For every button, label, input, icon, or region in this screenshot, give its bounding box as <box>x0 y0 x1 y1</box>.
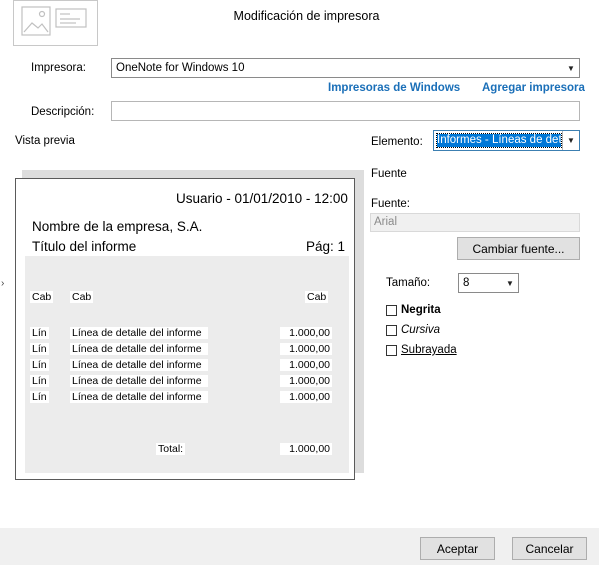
printer-select[interactable]: OneNote for Windows 10 ▼ <box>111 58 580 78</box>
preview-report-title: Título del informe <box>32 239 137 254</box>
underline-checkbox[interactable] <box>386 345 397 356</box>
preview-row-amount: 1.000,00 <box>280 359 332 371</box>
preview-row-amount: 1.000,00 <box>280 343 332 355</box>
font-label: Fuente: <box>371 198 410 210</box>
font-name-value: Arial <box>374 216 398 228</box>
chevron-down-icon: ▼ <box>567 63 575 73</box>
report-logo-image <box>13 0 98 46</box>
underline-label: Subrayada <box>401 344 457 356</box>
font-size-label: Tamaño: <box>386 277 431 289</box>
preview-header-1: Cab <box>30 291 54 303</box>
preview-header-2: Cab <box>70 291 94 303</box>
bold-checkbox[interactable] <box>386 305 397 316</box>
add-printer-link[interactable]: Agregar impresora <box>482 82 585 94</box>
preview-row-col2: Línea de detalle del informe <box>70 375 208 387</box>
preview-label: Vista previa <box>15 135 75 147</box>
font-section-title: Fuente <box>371 168 407 180</box>
preview-row-col1: Lín <box>30 391 49 403</box>
preview-total-label: Total: <box>156 443 186 455</box>
dialog-footer <box>0 528 599 565</box>
preview-row-col2: Línea de detalle del informe <box>70 359 208 371</box>
printer-value: OneNote for Windows 10 <box>116 62 245 74</box>
preview-row-col2: Línea de detalle del informe <box>70 327 208 339</box>
preview-user-date: Usuario - 01/01/2010 - 12:00 <box>176 191 348 206</box>
chevron-right-icon[interactable]: › <box>1 278 4 289</box>
image-placeholder-icon <box>21 6 87 36</box>
preview-row-col1: Lín <box>30 343 49 355</box>
chevron-down-icon: ▼ <box>562 131 579 150</box>
preview-header-3: Cab <box>305 291 329 303</box>
preview-row-col2: Línea de detalle del informe <box>70 391 208 403</box>
windows-printers-link[interactable]: Impresoras de Windows <box>328 82 460 94</box>
font-size-select[interactable]: 8 ▼ <box>458 273 519 293</box>
printer-label: Impresora: <box>31 62 86 74</box>
element-label: Elemento: <box>371 136 423 148</box>
preview-total-value: 1.000,00 <box>280 443 332 455</box>
description-input[interactable] <box>111 101 580 121</box>
preview-row-col2: Línea de detalle del informe <box>70 343 208 355</box>
description-label: Descripción: <box>31 106 95 118</box>
preview-row-col1: Lín <box>30 375 49 387</box>
preview-company: Nombre de la empresa, S.A. <box>32 219 203 234</box>
change-font-button[interactable]: Cambiar fuente... <box>457 237 580 260</box>
element-select[interactable]: Informes - Líneas de det ▼ <box>433 130 580 151</box>
font-name-field: Arial <box>370 213 580 232</box>
chevron-down-icon: ▼ <box>506 278 514 288</box>
preview-row-col1: Lín <box>30 359 49 371</box>
font-size-value: 8 <box>463 277 470 289</box>
preview-row-amount: 1.000,00 <box>280 391 332 403</box>
preview-row-amount: 1.000,00 <box>280 375 332 387</box>
italic-label: Cursiva <box>401 324 440 336</box>
preview-row-col1: Lín <box>30 327 49 339</box>
preview-page: Pág: 1 <box>306 239 346 254</box>
italic-checkbox[interactable] <box>386 325 397 336</box>
dialog-title: Modificación de impresora <box>233 9 380 23</box>
bold-label: Negrita <box>401 304 441 316</box>
accept-button[interactable]: Aceptar <box>420 537 495 560</box>
preview-row-amount: 1.000,00 <box>280 327 332 339</box>
cancel-button[interactable]: Cancelar <box>512 537 587 560</box>
element-value: Informes - Líneas de det <box>436 133 562 148</box>
